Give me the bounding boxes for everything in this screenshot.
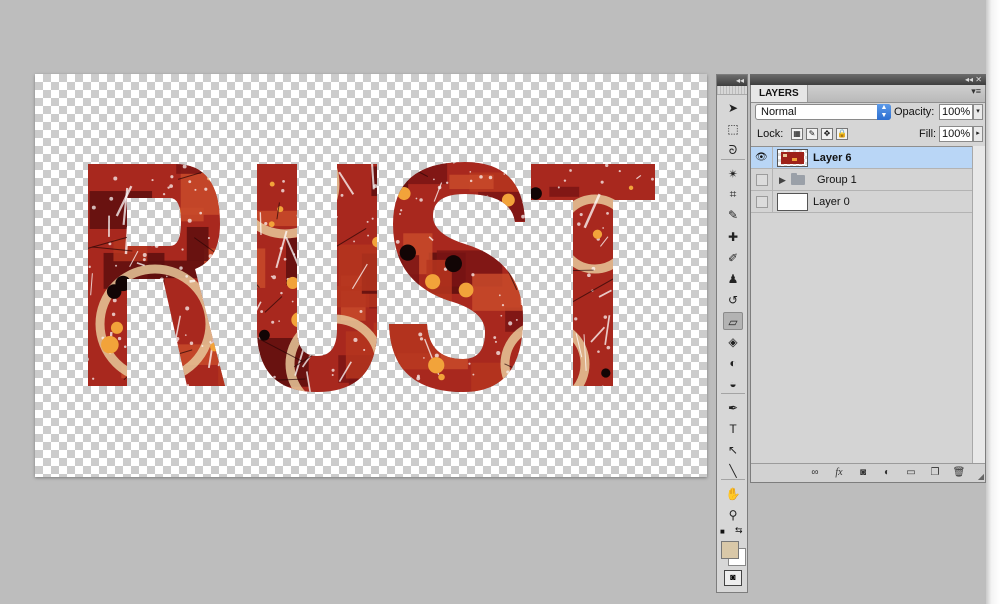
layer-thumbnail xyxy=(777,193,808,211)
delete-layer-icon[interactable]: 🗑 xyxy=(951,466,967,479)
healing-brush-tool-icon[interactable]: ✚ xyxy=(723,228,743,246)
visibility-box-icon xyxy=(756,196,768,208)
opacity-input[interactable]: 100% xyxy=(939,104,973,120)
layer-thumbnail xyxy=(777,149,808,167)
panel-menu-icon[interactable]: ▾≡ xyxy=(971,86,981,97)
window-edge xyxy=(986,0,1000,604)
adjustment-layer-icon[interactable]: ◐ xyxy=(879,466,895,479)
layer-thumbnail-art xyxy=(781,152,804,164)
line-tool-icon[interactable]: ╲ xyxy=(723,462,743,480)
crop-tool-icon[interactable]: ⌗ xyxy=(723,185,743,203)
visibility-toggle[interactable]: 👁 xyxy=(751,147,773,169)
dodge-tool-icon[interactable]: ◒ xyxy=(723,375,743,393)
lasso-tool-icon[interactable]: ᘐ xyxy=(723,141,743,159)
layer-row[interactable]: 👁 Layer 6 xyxy=(751,147,972,169)
layers-panel: LAYERS ▾≡ Normal ▲ ▼ Opacity: 100% ▾ Lock… xyxy=(750,85,986,483)
hand-tool-icon[interactable]: ✋ xyxy=(723,485,743,503)
layers-scrollbar[interactable] xyxy=(972,146,985,464)
path-selection-tool-icon[interactable]: ↖ xyxy=(723,441,743,459)
swap-colors-icon[interactable]: ⇆ xyxy=(735,525,743,536)
visibility-box-icon xyxy=(756,174,768,186)
lock-transparent-pixels-icon[interactable]: ▦ xyxy=(791,128,803,140)
add-mask-icon[interactable]: ◙ xyxy=(855,466,871,479)
move-tool-icon[interactable]: ➤ xyxy=(723,99,743,117)
foreground-color-swatch[interactable] xyxy=(721,541,739,559)
layer-row[interactable]: ▶ Group 1 xyxy=(751,169,972,191)
layers-tabbar: LAYERS ▾≡ xyxy=(751,85,985,103)
stepper-icon: ▲ ▼ xyxy=(877,104,891,120)
pen-tool-icon[interactable]: ✒ xyxy=(723,399,743,417)
new-group-icon[interactable]: ▭ xyxy=(903,466,919,479)
lock-label: Lock: xyxy=(757,128,784,140)
blend-mode-value: Normal xyxy=(761,106,797,118)
lock-position-icon[interactable]: ✥ xyxy=(821,128,833,140)
tool-separator xyxy=(721,479,745,480)
tools-panel: ◂◂ ➤ ⬚ ᘐ ✴ ⌗ ✎ ✚ ✐ ♟ ↺ ▱ ◈ ◐ ◒ ✒ T ↖ ╲ ✋ ⚲ ■ ⇆ ◙ xyxy=(716,74,748,593)
fill-input[interactable]: 100% xyxy=(939,126,973,142)
layer-row[interactable]: Layer 0 xyxy=(751,191,972,213)
magic-wand-tool-icon[interactable]: ✴ xyxy=(723,165,743,183)
opacity-dropdown-icon[interactable]: ▾ xyxy=(973,104,983,120)
document-canvas[interactable] xyxy=(35,74,707,477)
paint-bucket-tool-icon[interactable]: ◈ xyxy=(723,333,743,351)
expand-group-icon[interactable]: ▶ xyxy=(779,169,786,191)
blur-tool-icon[interactable]: ◐ xyxy=(723,354,743,372)
tab-layers[interactable]: LAYERS xyxy=(751,85,808,102)
tool-separator xyxy=(721,393,745,394)
tools-panel-grip[interactable] xyxy=(717,86,747,95)
rust-artwork xyxy=(88,162,655,392)
resize-grip-icon[interactable]: ◢ xyxy=(978,472,984,481)
folder-icon xyxy=(791,173,805,185)
tool-separator xyxy=(721,159,745,160)
stamp-tool-icon[interactable]: ♟ xyxy=(723,270,743,288)
lock-image-pixels-icon[interactable]: ✎ xyxy=(806,128,818,140)
layer-name: Layer 6 xyxy=(813,152,852,164)
quick-mask-icon[interactable]: ◙ xyxy=(724,570,742,586)
fill-dropdown-icon[interactable]: ▸ xyxy=(973,126,983,142)
layer-name: Group 1 xyxy=(817,174,857,186)
blend-mode-select[interactable]: Normal ▲ ▼ xyxy=(755,104,891,120)
brush-tool-icon[interactable]: ✐ xyxy=(723,249,743,267)
eraser-tool-icon[interactable]: ▱ xyxy=(723,312,743,330)
history-brush-tool-icon[interactable]: ↺ xyxy=(723,291,743,309)
visibility-toggle[interactable] xyxy=(751,191,773,213)
eyedropper-tool-icon[interactable]: ✎ xyxy=(723,206,743,224)
type-tool-icon[interactable]: T xyxy=(723,420,743,438)
link-layers-icon[interactable]: ∞ xyxy=(807,466,823,479)
eye-icon: 👁 xyxy=(755,152,768,163)
marquee-tool-icon[interactable]: ⬚ xyxy=(723,120,743,138)
layers-panel-header[interactable]: ◂◂ ✕ xyxy=(750,74,986,85)
visibility-toggle[interactable] xyxy=(751,169,773,191)
opacity-label: Opacity: xyxy=(894,106,935,118)
layer-list: 👁 Layer 6 ▶ Group 1 Layer 0 xyxy=(751,146,972,465)
default-colors-icon[interactable]: ■ xyxy=(720,527,725,536)
new-layer-icon[interactable]: ❐ xyxy=(927,466,943,479)
fx-icon[interactable]: fx xyxy=(831,466,847,479)
layer-name: Layer 0 xyxy=(813,196,850,208)
tools-panel-header[interactable]: ◂◂ xyxy=(717,75,747,86)
zoom-tool-icon[interactable]: ⚲ xyxy=(723,506,743,524)
layers-footer: ∞ fx ◙ ◐ ▭ ❐ 🗑 ◢ xyxy=(751,463,985,482)
fill-label: Fill: xyxy=(919,128,937,140)
lock-all-icon[interactable]: 🔒 xyxy=(836,128,848,140)
